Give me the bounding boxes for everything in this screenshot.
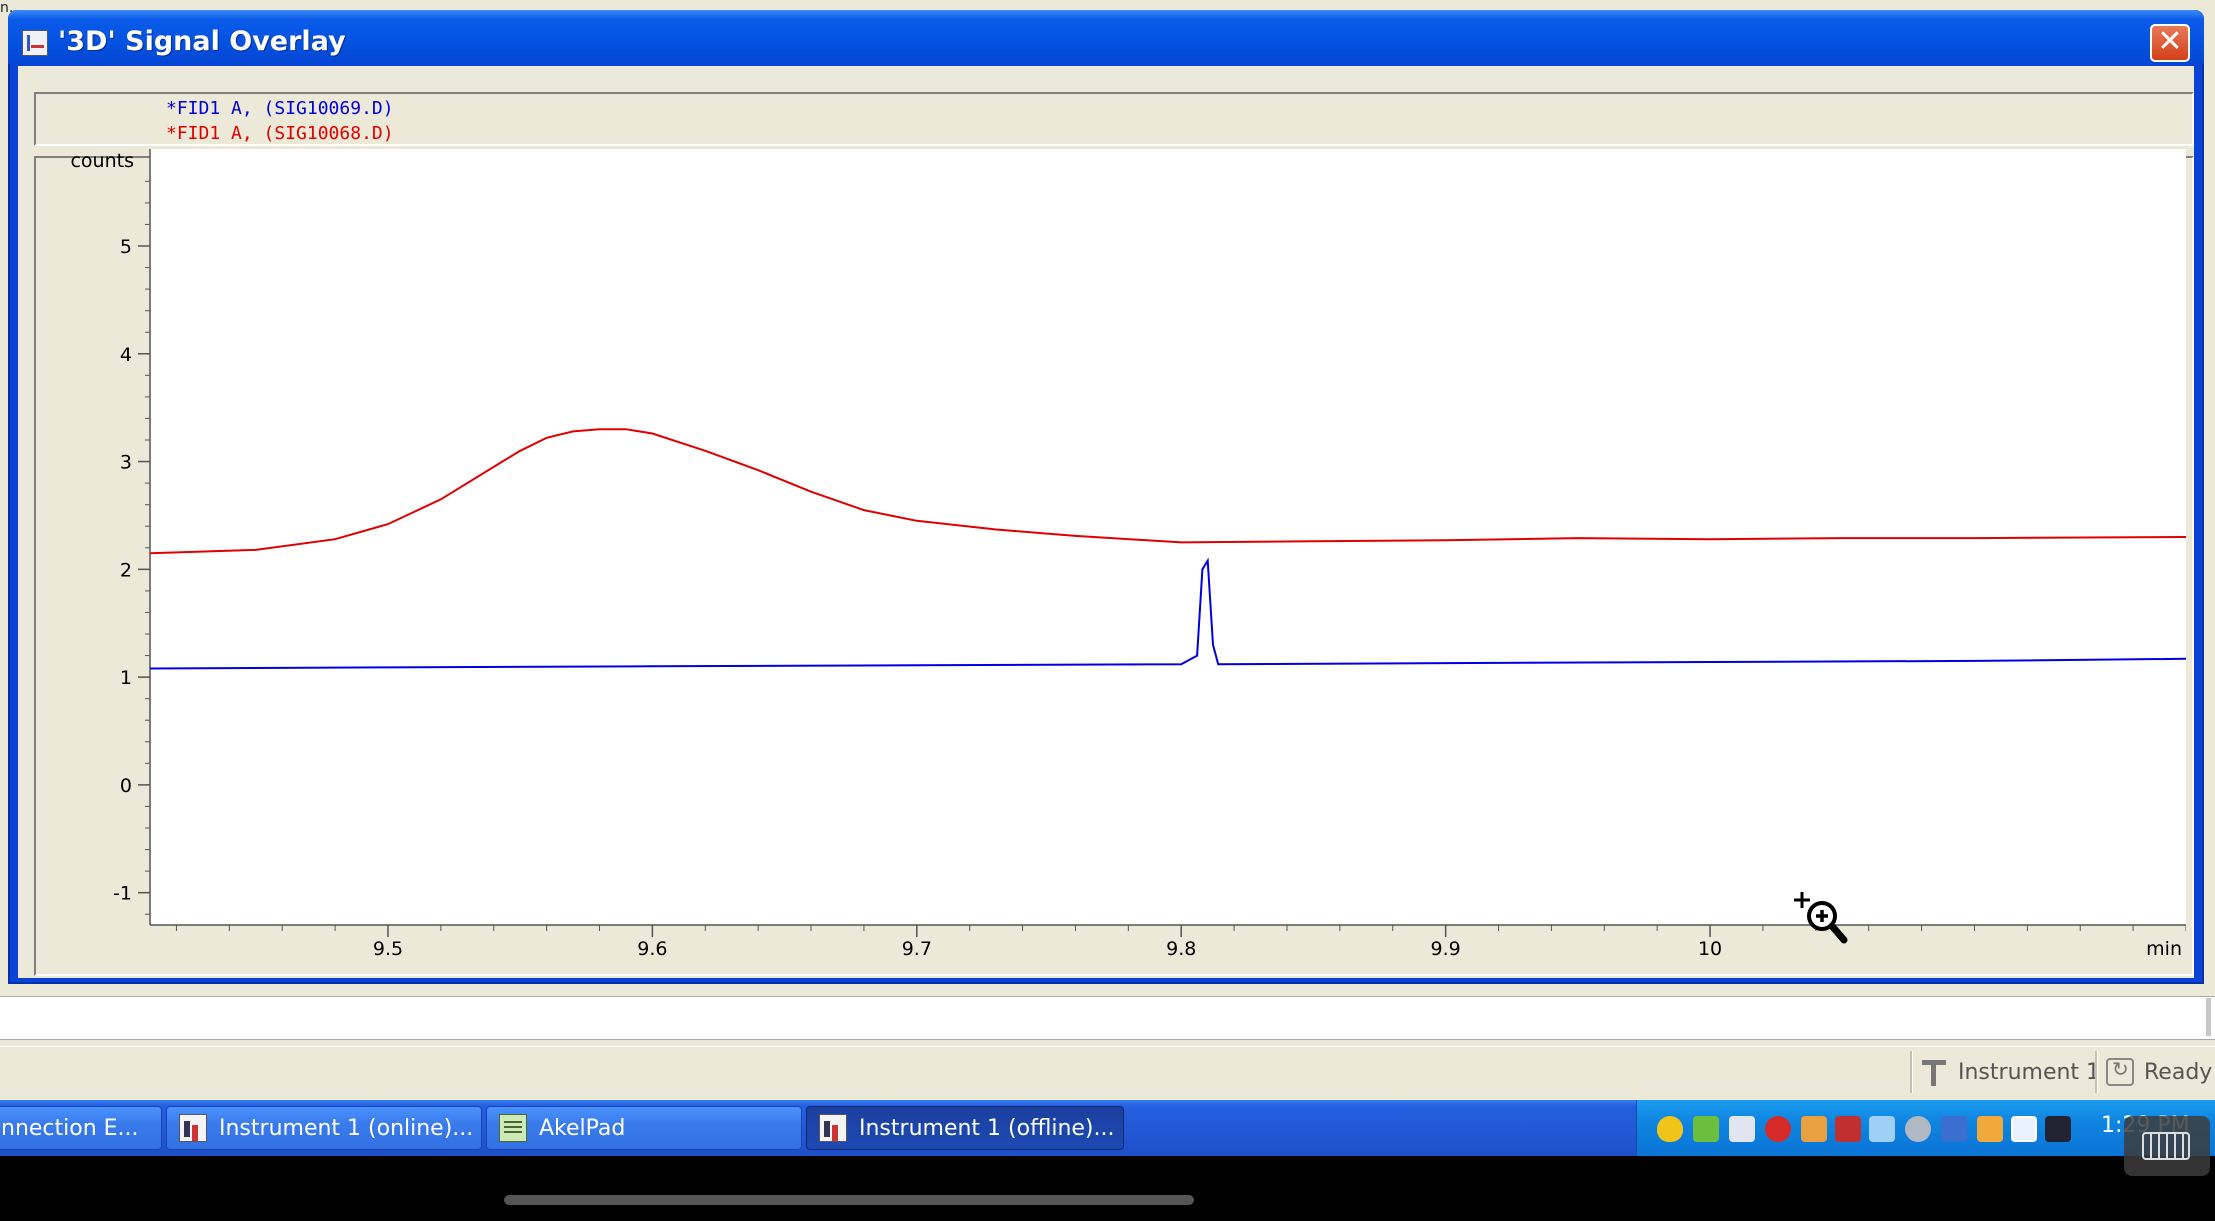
taskbar-button-label: AkelPad xyxy=(539,1115,626,1141)
chemstation-online-icon xyxy=(179,1114,207,1142)
taskbar-button-connection[interactable]: nnection E... xyxy=(0,1106,162,1150)
title-bar[interactable]: '3D' Signal Overlay ✕ xyxy=(8,10,2204,64)
x-tick-label: 9.6 xyxy=(637,938,667,960)
computer-icon[interactable] xyxy=(1729,1116,1755,1142)
taskbar-button-akelpad[interactable]: AkelPad xyxy=(486,1106,802,1150)
x-tick-label: 9.8 xyxy=(1166,938,1196,960)
status-separator xyxy=(2095,1051,2098,1093)
instrument-icon xyxy=(1920,1058,1948,1086)
volume-icon[interactable] xyxy=(1801,1116,1827,1142)
taskbar-button-instrument-offline[interactable]: Instrument 1 (offline)... xyxy=(806,1106,1124,1150)
x-tick-label: 10 xyxy=(1698,938,1722,960)
y-tick-label: 2 xyxy=(120,559,132,581)
x-tick-label: 9.7 xyxy=(902,938,932,960)
y-tick-label: 5 xyxy=(120,236,132,258)
plot-area-background xyxy=(150,149,2186,925)
taskbar-button-instrument-online[interactable]: Instrument 1 (online)... xyxy=(166,1106,482,1150)
y-tick-label: 0 xyxy=(120,775,132,797)
display-icon[interactable] xyxy=(2011,1116,2037,1142)
folder-icon[interactable] xyxy=(1977,1116,2003,1142)
chemstation-offline-icon xyxy=(819,1114,847,1142)
taskbar: nnection E... Instrument 1 (online)... A… xyxy=(0,1100,2215,1156)
notepad-icon xyxy=(499,1114,527,1142)
taskbar-button-label: Instrument 1 (offline)... xyxy=(859,1115,1115,1141)
antivirus-icon[interactable] xyxy=(1765,1116,1791,1142)
monitor-icon[interactable] xyxy=(2045,1116,2071,1142)
x-tick-label: 9.5 xyxy=(373,938,403,960)
close-button[interactable]: ✕ xyxy=(2150,24,2190,62)
instrument-status: Instrument 1 xyxy=(1920,1053,2100,1091)
command-line-input[interactable] xyxy=(0,996,2215,1040)
legend-entry-sig10068: *FID1 A, (SIG10068.D) xyxy=(166,123,394,144)
legend-entry-sig10069: *FID1 A, (SIG10069.D) xyxy=(166,98,394,119)
ready-icon xyxy=(2106,1057,2134,1086)
command-line-scroll-edge xyxy=(2206,998,2211,1036)
network-icon[interactable] xyxy=(1693,1116,1719,1142)
home-indicator[interactable] xyxy=(504,1195,1194,1205)
x-tick-label: 9.9 xyxy=(1431,938,1461,960)
y-tick-label: 4 xyxy=(120,344,132,366)
instrument-status-label: Instrument 1 xyxy=(1958,1059,2101,1085)
sync-icon[interactable] xyxy=(1905,1116,1931,1142)
y-tick-label: 3 xyxy=(120,452,132,474)
ready-status-label: Ready xyxy=(2144,1059,2213,1085)
keyboard-icon[interactable] xyxy=(2124,1116,2210,1176)
window-title: '3D' Signal Overlay xyxy=(58,26,346,57)
status-bar: Instrument 1 Ready xyxy=(0,1046,2215,1097)
chart-window-icon[interactable] xyxy=(22,30,48,56)
y-axis-label: counts xyxy=(70,150,134,172)
y-tick-label: 1 xyxy=(120,667,132,689)
legend-panel: *FID1 A, (SIG10069.D) *FID1 A, (SIG10068… xyxy=(34,92,2194,146)
language-icon[interactable] xyxy=(1941,1116,1967,1142)
ready-status: Ready xyxy=(2106,1053,2212,1091)
shield-icon[interactable] xyxy=(1657,1116,1683,1142)
status-separator xyxy=(1910,1051,1913,1093)
taskbar-button-label: Instrument 1 (online)... xyxy=(219,1115,474,1141)
x-axis-label: min xyxy=(2146,938,2182,960)
zoom-cursor-icon xyxy=(1794,892,1848,944)
taskbar-button-label: nnection E... xyxy=(1,1115,139,1141)
y-tick-label: -1 xyxy=(113,883,132,905)
wireless-icon[interactable] xyxy=(1869,1116,1895,1142)
connection-error-icon[interactable] xyxy=(1835,1116,1861,1142)
signal-chart[interactable]: -1 0 1 2 3 4 5 counts 9.5 9.6 9.7 9.8 9.9 10 min xyxy=(26,145,2186,967)
